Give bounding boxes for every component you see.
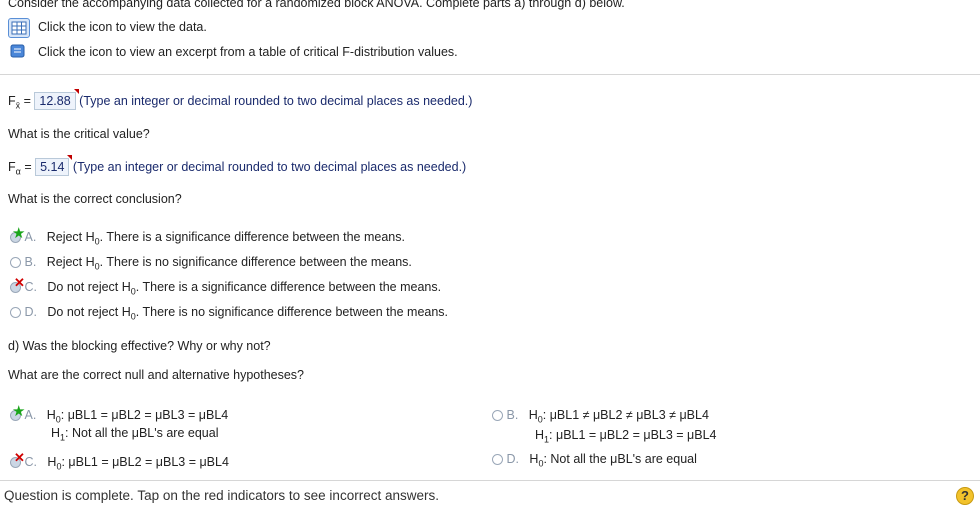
conclusion-question: What is the correct conclusion?	[8, 192, 182, 206]
f-stat-hint: (Type an integer or decimal rounded to t…	[79, 94, 473, 108]
data-link-text[interactable]: Click the icon to view the data.	[38, 20, 207, 34]
critical-answer[interactable]: 5.14	[35, 155, 73, 176]
radio-b[interactable]	[10, 257, 21, 269]
f-stat-row: Fx̄ = 12.88 (Type an integer or decimal …	[8, 89, 473, 111]
radio-hyp-b[interactable]	[492, 410, 503, 422]
hypothesis-a-alt: H1: Not all the μBL's are equal	[51, 426, 219, 443]
incorrect-x-icon[interactable]: ✕	[14, 275, 25, 291]
f-stat-label: Fx̄ =	[8, 94, 35, 111]
completion-status: Question is complete. Tap on the red ind…	[4, 488, 439, 503]
hypothesis-option-d[interactable]: D. H0: Not all the μBL's are equal	[492, 452, 697, 469]
critical-question: What is the critical value?	[8, 127, 150, 141]
critical-label: Fα =	[8, 160, 36, 177]
conclusion-option-b[interactable]: B. Reject H0. There is no significance d…	[10, 255, 412, 272]
correct-star-icon: ★	[12, 403, 26, 420]
f-stat-answer[interactable]: 12.88	[34, 89, 79, 110]
radio-d[interactable]	[10, 307, 21, 319]
data-table-icon[interactable]	[8, 18, 30, 38]
footer-divider	[0, 480, 980, 481]
hypothesis-option-c[interactable]: ✕ C. H0: μBL1 = μBL2 = μBL3 = μBL4	[10, 450, 229, 472]
conclusion-option-d[interactable]: D. Do not reject H0. There is no signifi…	[10, 305, 448, 322]
radio-hyp-d[interactable]	[492, 454, 503, 466]
hypothesis-option-b[interactable]: B. H0: μBL1 ≠ μBL2 ≠ μBL3 ≠ μBL4	[492, 408, 709, 425]
hypothesis-option-a[interactable]: ★ A. H0: μBL1 = μBL2 = μBL3 = μBL4	[10, 403, 228, 425]
conclusion-option-a[interactable]: ★ A. Reject H0. There is a significance …	[10, 225, 405, 247]
hypothesis-b-alt: H1: μBL1 = μBL2 = μBL3 = μBL4	[535, 428, 717, 445]
incorrect-x-icon[interactable]: ✕	[14, 450, 25, 466]
critical-hint: (Type an integer or decimal rounded to t…	[72, 160, 467, 174]
critical-row: Fα = 5.14 (Type an integer or decimal ro…	[8, 155, 467, 177]
hypotheses-question: What are the correct null and alternativ…	[8, 368, 305, 382]
question-intro: Consider the accompanying data collected…	[8, 0, 625, 10]
f-table-link-text[interactable]: Click the icon to view an excerpt from a…	[38, 45, 458, 59]
part-d-heading: d) Was the blocking effective? Why or wh…	[8, 339, 271, 353]
divider	[0, 74, 980, 75]
help-icon[interactable]: ?	[956, 487, 974, 505]
conclusion-option-c[interactable]: ✕ C. Do not reject H0. There is a signif…	[10, 275, 441, 297]
correct-star-icon: ★	[12, 225, 26, 242]
f-table-icon[interactable]	[10, 44, 26, 58]
